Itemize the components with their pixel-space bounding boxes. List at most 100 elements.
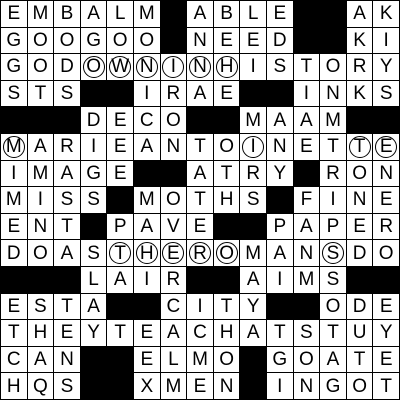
letter-cell[interactable]: A (80, 1, 107, 27)
letter-cell[interactable]: O (80, 54, 107, 80)
letter-cell[interactable]: T (54, 213, 80, 240)
letter-cell[interactable]: I (267, 267, 293, 293)
letter-cell[interactable]: E (107, 134, 133, 160)
letter-cell[interactable]: T (213, 160, 240, 187)
letter-cell[interactable]: A (267, 240, 293, 266)
letter-cell[interactable]: S (80, 187, 107, 213)
letter-cell[interactable]: N (320, 80, 346, 107)
letter-cell[interactable]: S (80, 240, 107, 266)
letter-cell[interactable]: E (213, 80, 240, 107)
letter-cell[interactable]: H (213, 187, 240, 213)
letter-cell[interactable]: I (134, 267, 160, 293)
letter-cell[interactable]: T (187, 134, 213, 160)
letter-cell[interactable]: W (107, 54, 133, 80)
letter-cell[interactable]: E (107, 107, 133, 133)
letter-cell[interactable]: E (107, 160, 133, 187)
letter-cell[interactable]: M (160, 373, 187, 399)
letter-cell[interactable]: O (213, 346, 240, 373)
letter-cell[interactable]: E (134, 346, 160, 373)
letter-cell[interactable]: A (54, 240, 80, 266)
letter-cell[interactable]: N (213, 373, 240, 399)
letter-cell[interactable]: D (346, 293, 373, 320)
letter-cell[interactable]: I (27, 187, 54, 213)
letter-cell[interactable]: R (320, 160, 346, 187)
letter-cell[interactable]: A (240, 320, 266, 346)
letter-cell[interactable]: M (27, 1, 54, 27)
letter-cell[interactable]: A (107, 267, 133, 293)
letter-cell[interactable]: E (267, 1, 293, 27)
letter-cell[interactable]: A (320, 346, 346, 373)
letter-cell[interactable]: O (27, 54, 54, 80)
letter-cell[interactable]: A (160, 320, 187, 346)
letter-cell[interactable]: H (213, 54, 240, 80)
letter-cell[interactable]: E (373, 187, 399, 213)
letter-cell[interactable]: O (213, 240, 240, 266)
letter-cell[interactable]: A (187, 1, 213, 27)
letter-cell[interactable]: E (240, 27, 266, 54)
letter-cell[interactable]: U (346, 320, 373, 346)
letter-cell[interactable]: R (160, 80, 187, 107)
letter-cell[interactable]: M (293, 267, 320, 293)
letter-cell[interactable]: P (107, 213, 133, 240)
letter-cell[interactable]: S (54, 373, 80, 399)
letter-cell[interactable]: O (160, 187, 187, 213)
letter-cell[interactable]: K (373, 1, 399, 27)
letter-cell[interactable]: N (54, 346, 80, 373)
letter-cell[interactable]: N (373, 160, 399, 187)
letter-cell[interactable]: Y (267, 160, 293, 187)
letter-cell[interactable]: T (346, 134, 373, 160)
letter-cell[interactable]: P (267, 213, 293, 240)
letter-cell[interactable]: F (293, 187, 320, 213)
letter-cell[interactable]: I (267, 373, 293, 399)
letter-cell[interactable]: E (187, 373, 213, 399)
letter-cell[interactable]: Y (240, 293, 266, 320)
letter-cell[interactable]: S (54, 187, 80, 213)
letter-cell[interactable]: C (160, 293, 187, 320)
letter-cell[interactable]: B (213, 1, 240, 27)
letter-cell[interactable]: G (267, 346, 293, 373)
letter-cell[interactable]: O (373, 240, 399, 266)
letter-cell[interactable]: D (267, 27, 293, 54)
letter-cell[interactable]: G (320, 373, 346, 399)
letter-cell[interactable]: A (346, 1, 373, 27)
letter-cell[interactable]: M (134, 187, 160, 213)
letter-cell[interactable]: T (187, 187, 213, 213)
letter-cell[interactable]: O (293, 346, 320, 373)
letter-cell[interactable]: L (240, 1, 266, 27)
letter-cell[interactable]: N (293, 240, 320, 266)
letter-cell[interactable]: O (27, 240, 54, 266)
letter-cell[interactable]: Y (80, 320, 107, 346)
letter-cell[interactable]: G (1, 27, 27, 54)
letter-cell[interactable]: O (346, 373, 373, 399)
letter-cell[interactable]: O (160, 107, 187, 133)
letter-cell[interactable]: N (134, 54, 160, 80)
letter-cell[interactable]: A (134, 213, 160, 240)
letter-cell[interactable]: M (27, 160, 54, 187)
letter-cell[interactable]: E (54, 320, 80, 346)
letter-cell[interactable]: A (267, 107, 293, 133)
letter-cell[interactable]: T (1, 320, 27, 346)
letter-cell[interactable]: T (320, 320, 346, 346)
letter-cell[interactable]: O (213, 134, 240, 160)
letter-cell[interactable]: E (293, 134, 320, 160)
letter-cell[interactable]: Q (27, 373, 54, 399)
letter-cell[interactable]: O (320, 293, 346, 320)
letter-cell[interactable]: K (346, 80, 373, 107)
letter-cell[interactable]: A (80, 293, 107, 320)
letter-cell[interactable]: I (187, 293, 213, 320)
letter-cell[interactable]: M (1, 134, 27, 160)
letter-cell[interactable]: M (134, 1, 160, 27)
letter-cell[interactable]: I (373, 27, 399, 54)
letter-cell[interactable]: M (240, 240, 266, 266)
letter-cell[interactable]: A (54, 160, 80, 187)
letter-cell[interactable]: E (160, 240, 187, 266)
letter-cell[interactable]: E (373, 134, 399, 160)
letter-cell[interactable]: T (27, 80, 54, 107)
letter-cell[interactable]: O (134, 27, 160, 54)
letter-cell[interactable]: E (213, 27, 240, 54)
letter-cell[interactable]: T (267, 320, 293, 346)
letter-cell[interactable]: E (1, 293, 27, 320)
letter-cell[interactable]: O (346, 160, 373, 187)
letter-cell[interactable]: E (373, 346, 399, 373)
letter-cell[interactable]: X (134, 373, 160, 399)
